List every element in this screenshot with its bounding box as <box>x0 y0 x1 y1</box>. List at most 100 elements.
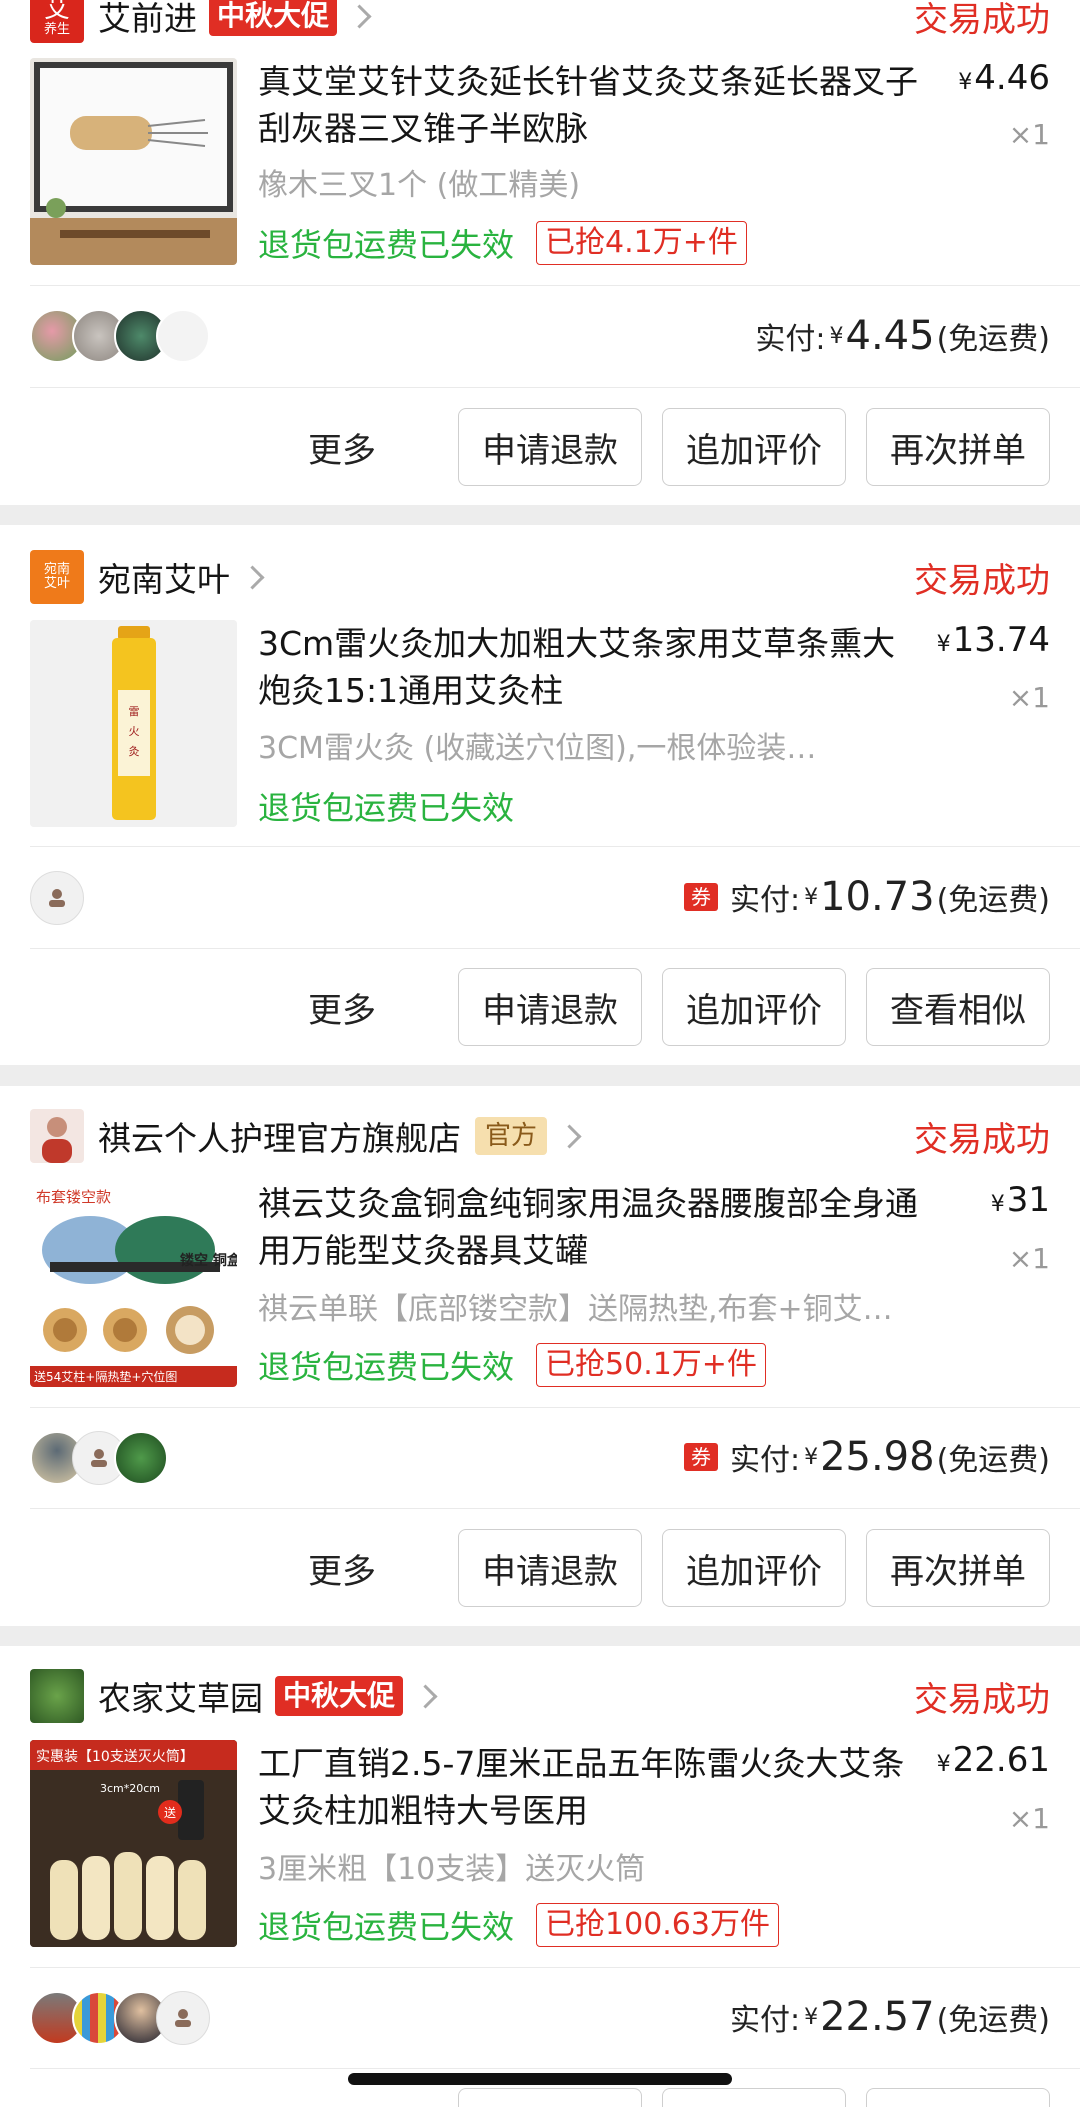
reorder-button[interactable]: 再次拼单 <box>866 1529 1050 1607</box>
svg-text:灸: 灸 <box>129 744 140 758</box>
divider <box>30 1508 1080 1509</box>
product-tags: 退货包运费已失效 已抢4.1万+件 <box>258 220 747 266</box>
order-actions: 更多 申请退款 追加评价 再次拼单 <box>308 408 1050 486</box>
chevron-right-icon <box>240 557 268 597</box>
svg-text:实惠装【10支送灭火筒】: 实惠装【10支送灭火筒】 <box>36 1748 194 1765</box>
group-avatars <box>30 309 210 363</box>
group-avatars <box>30 1991 210 2045</box>
paid-value: 10.73 <box>820 874 935 920</box>
avatar <box>156 309 210 363</box>
product-spec: 3CM雷火灸 (收藏送穴位图),一根体验装… <box>258 731 817 766</box>
order-actions: 更多 申请退款 追加评价 再次拼单 <box>308 1529 1050 1607</box>
product-price: ¥13.74 <box>936 620 1050 660</box>
sold-count-badge: 已抢50.1万+件 <box>536 1343 766 1387</box>
product-quantity: ×1 <box>1008 118 1050 151</box>
shop-name: 祺云个人护理官方旗舰店 <box>98 1119 461 1158</box>
product-tags: 退货包运费已失效 <box>258 783 514 829</box>
request-refund-button[interactable]: 申请退款 <box>458 968 642 1046</box>
product-thumbnail[interactable] <box>30 58 237 265</box>
order-card: 宛南 艾叶 宛南艾叶 交易成功 雷 火 灸 3Cm雷火灸加大加粗大艾条家用艾草条… <box>0 525 1080 1065</box>
return-shipping-note: 退货包运费已失效 <box>258 789 515 827</box>
home-indicator[interactable] <box>348 2073 732 2085</box>
product-thumbnail[interactable]: 布套镂空款 镂空 铜盒 送54艾柱+隔热垫+穴位图 <box>30 1180 237 1387</box>
shop-name: 艾前进 <box>98 0 197 38</box>
more-button[interactable]: 更多 <box>308 1544 376 1593</box>
paid-value: 25.98 <box>820 1434 935 1480</box>
add-review-button[interactable]: 追加评价 <box>662 1529 846 1607</box>
request-refund-button[interactable]: 申请退款 <box>458 408 642 486</box>
svg-text:3cm*20cm: 3cm*20cm <box>100 1782 160 1795</box>
product-spec: 祺云单联【底部镂空款】送隔热垫,布套+铜艾… <box>258 1292 893 1327</box>
sold-count-badge: 已抢4.1万+件 <box>536 221 747 265</box>
order-card: 艾 养生 艾前进 中秋大促 交易成功 真艾堂艾针艾灸延长针省艾灸艾条延长器叉子刮… <box>0 0 1080 505</box>
divider <box>30 285 1080 286</box>
product-price: ¥4.46 <box>958 58 1050 98</box>
product-spec: 橡木三叉1个 (做工精美) <box>258 168 581 203</box>
product-title[interactable]: 3Cm雷火灸加大加粗大艾条家用艾草条熏大炮灸15:1通用艾灸柱 <box>258 620 918 714</box>
order-status: 交易成功 <box>914 0 1050 40</box>
add-review-button[interactable]: 追加评价 <box>662 968 846 1046</box>
chevron-right-icon <box>413 1676 441 1716</box>
return-shipping-note: 退货包运费已失效 <box>258 1348 515 1386</box>
paid-amount: 实付: ¥ 22.57 (免运费) <box>729 1994 1050 2040</box>
paid-amount: 实付: ¥ 4.45 (免运费) <box>755 313 1050 359</box>
avatar <box>156 1991 210 2045</box>
next-actions-row <box>438 2088 1050 2107</box>
paid-amount: 券 实付: ¥ 10.73 (免运费) <box>683 872 1050 922</box>
product-thumbnail[interactable]: 实惠装【10支送灭火筒】 3cm*20cm 送 <box>30 1740 237 1947</box>
order-status: 交易成功 <box>914 1119 1050 1160</box>
product-tags: 退货包运费已失效 已抢50.1万+件 <box>258 1342 766 1388</box>
product-title[interactable]: 真艾堂艾针艾灸延长针省艾灸艾条延长器叉子刮灰器三叉锥子半欧脉 <box>258 58 918 152</box>
promo-tag: 中秋大促 <box>209 0 338 36</box>
product-quantity: ×1 <box>1008 1242 1050 1275</box>
shop-header[interactable]: 宛南 艾叶 宛南艾叶 交易成功 <box>30 547 1050 607</box>
divider <box>30 387 1080 388</box>
product-quantity: ×1 <box>1008 681 1050 714</box>
group-avatars <box>30 1431 168 1485</box>
coupon-icon: 券 <box>683 883 718 911</box>
avatar <box>30 871 84 925</box>
divider <box>30 846 1080 847</box>
svg-text:雷: 雷 <box>129 705 140 718</box>
return-shipping-note: 退货包运费已失效 <box>258 226 515 264</box>
svg-text:布套镂空款: 布套镂空款 <box>36 1188 111 1206</box>
more-button[interactable]: 更多 <box>308 423 376 472</box>
promo-tag: 中秋大促 <box>275 1676 404 1716</box>
order-status: 交易成功 <box>914 1679 1050 1720</box>
paid-amount: 券 实付: ¥ 25.98 (免运费) <box>683 1432 1050 1482</box>
shop-header[interactable]: 祺云个人护理官方旗舰店 官方 交易成功 <box>30 1106 1050 1166</box>
order-status: 交易成功 <box>914 560 1050 601</box>
divider <box>30 948 1080 949</box>
view-similar-button[interactable]: 查看相似 <box>866 968 1050 1046</box>
order-card: 祺云个人护理官方旗舰店 官方 交易成功 布套镂空款 镂空 铜盒 送54艾柱+隔热… <box>0 1086 1080 1626</box>
divider <box>30 1967 1080 1968</box>
shop-header[interactable]: 农家艾草园 中秋大促 交易成功 <box>30 1666 1050 1726</box>
product-price: ¥22.61 <box>936 1740 1050 1780</box>
avatar <box>114 1431 168 1485</box>
chevron-right-icon <box>347 0 375 36</box>
svg-text:送: 送 <box>164 1805 176 1820</box>
product-title[interactable]: 祺云艾灸盒铜盒纯铜家用温灸器腰腹部全身通用万能型艾灸器具艾罐 <box>258 1180 918 1274</box>
divider <box>30 2068 1080 2069</box>
shop-logo: 宛南 艾叶 <box>30 550 84 604</box>
product-price: ¥31 <box>990 1180 1050 1220</box>
product-spec: 3厘米粗【10支装】送灭火筒 <box>258 1852 646 1887</box>
reorder-button[interactable]: 再次拼单 <box>866 408 1050 486</box>
paid-value: 4.45 <box>845 313 935 359</box>
shop-logo <box>30 1109 84 1163</box>
product-title[interactable]: 工厂直销2.5-7厘米正品五年陈雷火灸大艾条艾灸柱加粗特大号医用 <box>258 1740 918 1834</box>
product-thumbnail[interactable]: 雷 火 灸 <box>30 620 237 827</box>
request-refund-button[interactable]: 申请退款 <box>458 1529 642 1607</box>
svg-text:镂空 铜盒: 镂空 铜盒 <box>180 1252 237 1269</box>
product-quantity: ×1 <box>1008 1802 1050 1835</box>
group-avatars <box>30 871 84 925</box>
shop-header[interactable]: 艾 养生 艾前进 中秋大促 交易成功 <box>30 0 1050 46</box>
product-tags: 退货包运费已失效 已抢100.63万件 <box>258 1902 779 1948</box>
shop-name: 农家艾草园 <box>98 1679 263 1718</box>
chevron-right-icon <box>557 1116 585 1156</box>
coupon-icon: 券 <box>683 1443 718 1471</box>
return-shipping-note: 退货包运费已失效 <box>258 1908 515 1946</box>
more-button[interactable]: 更多 <box>308 983 376 1032</box>
add-review-button[interactable]: 追加评价 <box>662 408 846 486</box>
shop-name: 宛南艾叶 <box>98 560 230 599</box>
